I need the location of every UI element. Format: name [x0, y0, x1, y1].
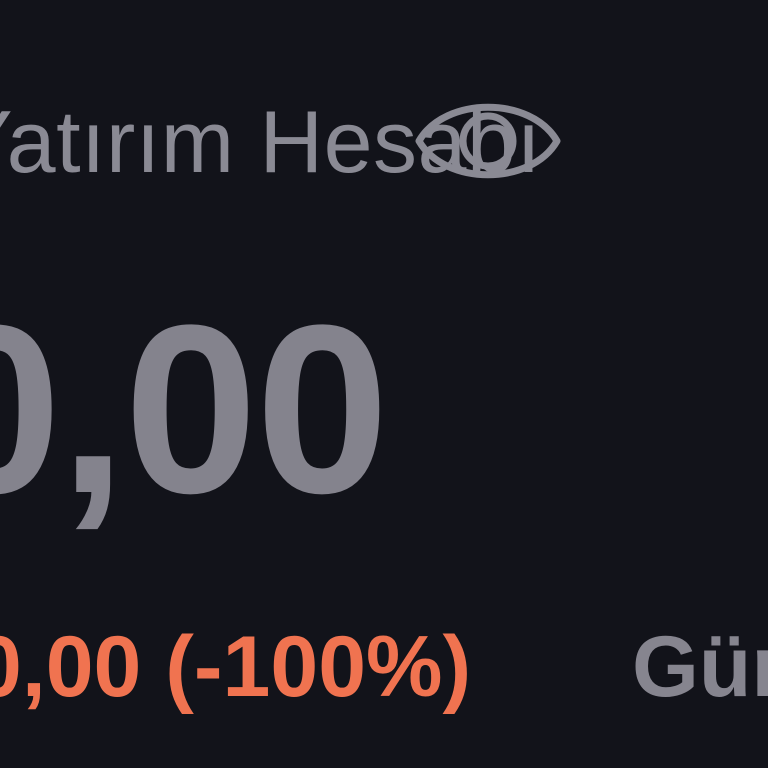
period-selector-day[interactable]: Gün [632, 612, 768, 722]
account-header: Yatırım Hesabı [0, 86, 768, 196]
eye-icon [415, 103, 561, 179]
balance-amount: 0,00 [0, 275, 389, 543]
balance-visibility-toggle[interactable] [415, 86, 561, 196]
account-summary-panel: Yatırım Hesabı 0,00 0,00 (-100%) Gün [0, 0, 768, 768]
balance-change: 0,00 (-100%) [0, 619, 472, 715]
